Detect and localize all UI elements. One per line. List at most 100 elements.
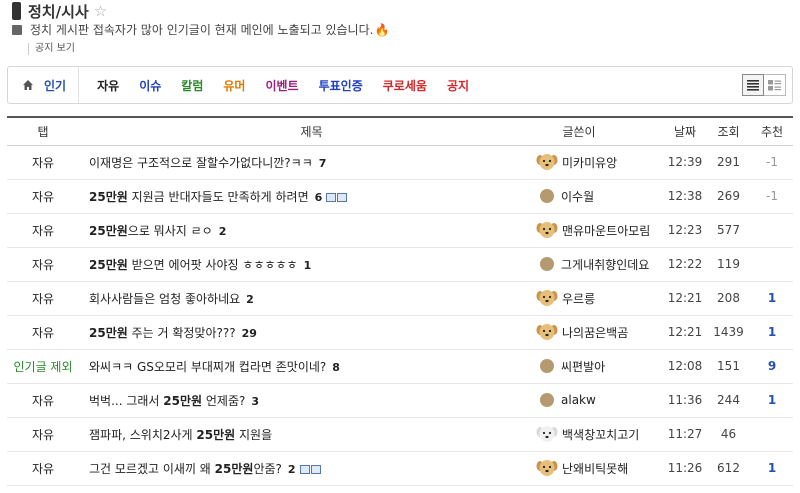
row-title-cell: 벅벅... 그래서 25만원 언제줌? 3 (79, 383, 534, 418)
writer[interactable]: 나의꿈은백곰 (534, 322, 664, 342)
card-view-button[interactable] (764, 74, 786, 96)
avatar (536, 152, 558, 172)
comment-count[interactable]: 2 (288, 463, 296, 476)
writer[interactable]: 백색창꼬치고기 (534, 424, 664, 444)
post-title-link[interactable]: 그건 모르겠고 이새끼 왜 25만원안줌? (89, 462, 282, 476)
row-views: 1439 (706, 315, 751, 350)
tab-item[interactable]: 이벤트 (265, 77, 298, 94)
row-rec (751, 247, 793, 282)
row-title-cell: 25만원으로 뭐사지 ㄹㅇ 2 (79, 213, 534, 248)
post-title-link[interactable]: 벅벅... 그래서 25만원 언제줌? (89, 394, 245, 408)
row-writer-cell: 이수월 (534, 179, 664, 214)
row-tab[interactable]: 자유 (7, 451, 79, 486)
row-tab[interactable]: 자유 (7, 145, 79, 180)
row-tab[interactable]: 자유 (7, 179, 79, 214)
comment-count[interactable]: 29 (242, 327, 257, 340)
category-tabs: 자유 이슈 칼럼 유머 이벤트 투표인증 쿠로세움 공지 (79, 77, 479, 94)
list-view-icon (747, 79, 759, 91)
page-title[interactable]: 정치/시사 (28, 1, 89, 22)
table-row[interactable]: 자유 25만원으로 뭐사지 ㄹㅇ 2 맨유마운트아모림 12:23 577 (7, 213, 793, 248)
row-writer-cell: 씨편발아 (534, 349, 664, 384)
table-row[interactable]: 자유 잼파파, 스위치2사게 25만원 지원을 백색창꼬치고기 11:27 46 (7, 417, 793, 452)
table-row[interactable]: 자유 25만원 받으면 에어팟 사야징 ㅎㅎㅎㅎㅎ 1 그게내취향인데요 12:22 11… (7, 247, 793, 282)
row-rec: 1 (751, 451, 793, 486)
writer[interactable]: 그게내취향인데요 (534, 256, 664, 273)
list-view-button[interactable] (742, 74, 764, 96)
comment-count[interactable]: 2 (246, 293, 254, 306)
post-title-link[interactable]: 회사사람들은 엄청 좋아하네요 (89, 292, 240, 306)
post-title-link[interactable]: 25만원 받으면 에어팟 사야징 ㅎㅎㅎㅎㅎ (89, 258, 298, 272)
writer[interactable]: 우르릉 (534, 288, 664, 308)
comment-count[interactable]: 6 (315, 191, 323, 204)
tab-item[interactable]: 투표인증 (319, 77, 363, 94)
tab-item[interactable]: 공지 (447, 77, 469, 94)
row-rec: 1 (751, 281, 793, 316)
post-title-link[interactable]: 잼파파, 스위치2사게 25만원 지원을 (89, 428, 272, 442)
writer[interactable]: 미카미유앙 (534, 152, 664, 172)
comment-count[interactable]: 3 (251, 395, 259, 408)
tab-item[interactable]: 칼럼 (181, 77, 203, 94)
row-writer-cell: 맨유마운트아모림 (534, 213, 664, 248)
table-row[interactable]: 자유 25만원 주는 거 확정맞아??? 29 나의꿈은백곰 12:21 1439 1 (7, 315, 793, 350)
avatar (536, 288, 558, 308)
row-views: 151 (706, 349, 751, 384)
comment-count[interactable]: 8 (332, 361, 340, 374)
table-row[interactable]: 자유 25만원 지원금 반대자들도 만족하게 하려면 6 이수월 12:38 269 -1 (7, 179, 793, 214)
table-row[interactable]: 인기글 제외 와씨ㅋㅋ GS오모리 부대찌개 컵라면 존맛이네? 8 씨편발아 12:0… (7, 349, 793, 384)
row-tab[interactable]: 자유 (7, 247, 79, 282)
view-toggles (742, 74, 786, 96)
post-title-link[interactable]: 와씨ㅋㅋ GS오모리 부대찌개 컵라면 존맛이네? (89, 360, 326, 374)
post-title-pre: 이재명은 구조적으로 잘할수가없다니깐?ㅋㅋ (89, 155, 313, 170)
post-title-link[interactable]: 25만원 지원금 반대자들도 만족하게 하려면 (89, 190, 309, 204)
row-title-cell: 25만원 받으면 에어팟 사야징 ㅎㅎㅎㅎㅎ 1 (79, 247, 534, 282)
tab-popular[interactable]: 인기 (8, 67, 80, 103)
tab-item[interactable]: 이슈 (139, 77, 161, 94)
post-title-post: 안줌? (253, 461, 282, 476)
writer[interactable]: 난왜비틱못해 (534, 458, 664, 478)
row-writer-cell: 우르릉 (534, 281, 664, 316)
row-date: 12:39 (664, 145, 706, 180)
col-date: 날짜 (664, 116, 706, 146)
row-views: 269 (706, 179, 751, 214)
post-title-pre: 잼파파, 스위치2사게 (89, 427, 197, 442)
row-tab[interactable]: 자유 (7, 315, 79, 350)
writer-name: 씨편발아 (561, 359, 606, 374)
row-tab[interactable]: 인기글 제외 (7, 349, 79, 384)
tab-item[interactable]: 자유 (97, 77, 119, 94)
tab-item[interactable]: 유머 (223, 77, 245, 94)
image-attachment-icon (299, 464, 322, 474)
tab-popular-label: 인기 (44, 78, 67, 93)
comment-count[interactable]: 7 (319, 157, 327, 170)
tab-item[interactable]: 쿠로세움 (383, 77, 427, 94)
row-tab[interactable]: 자유 (7, 281, 79, 316)
writer-name: 나의꿈은백곰 (562, 325, 629, 340)
card-view-icon (768, 79, 781, 90)
row-title-cell: 그건 모르겠고 이새끼 왜 25만원안줌? 2 (79, 451, 534, 486)
post-title-link[interactable]: 이재명은 구조적으로 잘할수가없다니깐?ㅋㅋ (89, 156, 313, 170)
writer[interactable]: 맨유마운트아모림 (534, 220, 664, 240)
row-writer-cell: 난왜비틱못해 (534, 451, 664, 486)
row-views: 119 (706, 247, 751, 282)
table-row[interactable]: 자유 회사사람들은 엄청 좋아하네요 2 우르릉 12:21 208 1 (7, 281, 793, 316)
comment-count[interactable]: 2 (219, 225, 227, 238)
row-rec (751, 417, 793, 452)
row-tab[interactable]: 자유 (7, 417, 79, 452)
notice-link[interactable]: 공지 보기 (28, 43, 75, 55)
post-title-link[interactable]: 25만원 주는 거 확정맞아??? (89, 326, 236, 340)
table-row[interactable]: 자유 이재명은 구조적으로 잘할수가없다니깐?ㅋㅋ 7 미카미유앙 12:39 291 -1 (7, 145, 793, 180)
writer[interactable]: 씨편발아 (534, 358, 664, 375)
row-tab[interactable]: 자유 (7, 383, 79, 418)
table-row[interactable]: 자유 그건 모르겠고 이새끼 왜 25만원안줌? 2 난왜비틱못해 11:26 612 1 (7, 451, 793, 486)
writer-name: 이수월 (561, 189, 595, 204)
writer[interactable]: alakw (534, 393, 664, 407)
post-title-link[interactable]: 25만원으로 뭐사지 ㄹㅇ (89, 224, 213, 238)
post-title-bold: 25만원 (89, 325, 128, 340)
row-tab[interactable]: 자유 (7, 213, 79, 248)
star-icon[interactable]: ☆ (94, 3, 107, 19)
writer[interactable]: 이수월 (534, 188, 664, 205)
post-rows: 자유 이재명은 구조적으로 잘할수가없다니깐?ㅋㅋ 7 미카미유앙 12:39 291 -1… (7, 145, 793, 486)
table-row[interactable]: 자유 벅벅... 그래서 25만원 언제줌? 3 alakw 11:36 244 1 (7, 383, 793, 418)
title-bar-icon (12, 2, 21, 20)
row-writer-cell: 미카미유앙 (534, 145, 664, 180)
comment-count[interactable]: 1 (304, 259, 312, 272)
